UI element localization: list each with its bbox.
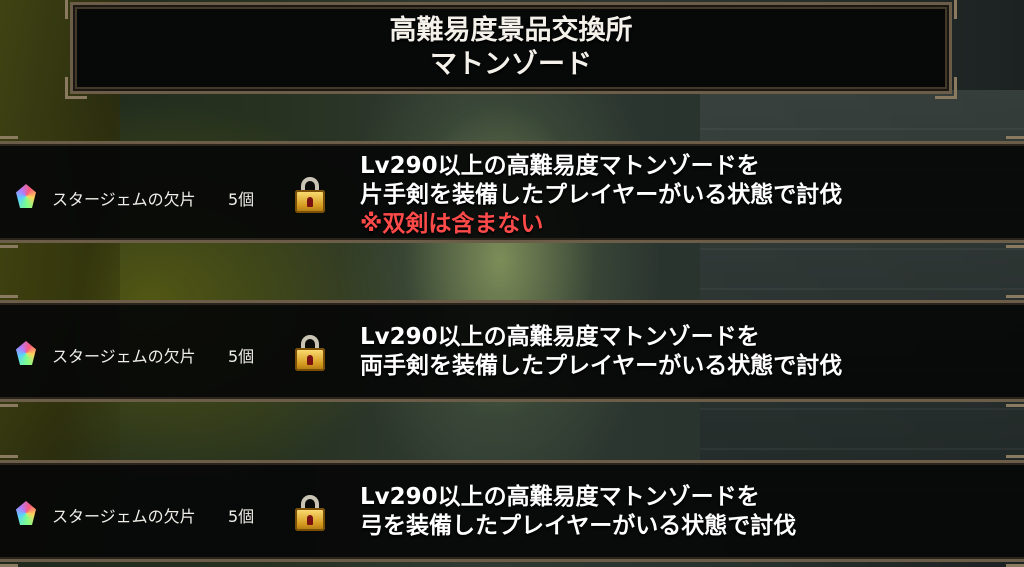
condition-line-1: Lv290以上の高難易度マトンゾードを [360,324,760,350]
reward-item-name: スタージェムの欠片 [52,190,196,209]
frame-corner [0,455,18,477]
condition-line-2: 片手剣を装備したプレイヤーがいる状態で討伐 [360,182,843,208]
condition-line-2: 弓を装備したプレイヤーがいる状態で討伐 [360,513,797,539]
frame-corner [65,0,87,19]
frame-corner [935,0,957,19]
unlock-condition: Lv290以上の高難易度マトンゾードを 弓を装備したプレイヤーがいる状態で討伐 [360,483,796,541]
frame-corner [0,545,18,567]
frame-corner [1006,226,1024,248]
condition-note: ※双剣は含まない [360,211,544,237]
padlock-icon [295,335,325,371]
frame-corner [0,226,18,248]
condition-line-1: Lv290以上の高難易度マトンゾードを [360,484,760,510]
condition-line-1: Lv290以上の高難易度マトンゾードを [360,153,760,179]
unlock-condition: Lv290以上の高難易度マトンゾードを 片手剣を装備したプレイヤーがいる状態で討… [360,152,842,239]
frame-corner [0,295,18,317]
reward-row-1[interactable]: スタージェムの欠片 5個 Lv290以上の高難易度マトンゾードを 片手剣を装備し… [0,136,1024,248]
star-gem-shard-icon [16,501,36,525]
frame-corner [1006,385,1024,407]
condition-line-2: 両手剣を装備したプレイヤーがいる状態で討伐 [360,353,843,379]
padlock-icon [295,495,325,531]
reward-row-3[interactable]: スタージェムの欠片 5個 Lv290以上の高難易度マトンゾードを 弓を装備したプ… [0,455,1024,567]
frame-corner [65,77,87,99]
title-panel: 高難易度景品交換所 マトンゾード [65,0,957,99]
reward-quantity: 5個 [228,507,255,526]
padlock-icon [295,177,325,213]
frame-corner [1006,136,1024,158]
frame-corner [1006,545,1024,567]
reward-item-name: スタージェムの欠片 [52,347,196,366]
boss-name: マトンゾード [430,49,592,80]
star-gem-shard-icon [16,184,36,208]
frame-corner [0,385,18,407]
frame-corner [0,136,18,158]
frame-corner [1006,455,1024,477]
star-gem-shard-icon [16,341,36,365]
reward-quantity: 5個 [228,347,255,366]
reward-row-2[interactable]: スタージェムの欠片 5個 Lv290以上の高難易度マトンゾードを 両手剣を装備し… [0,295,1024,407]
frame-corner [935,77,957,99]
shop-title: 高難易度景品交換所 [389,15,633,46]
reward-quantity: 5個 [228,190,255,209]
frame-corner [1006,295,1024,317]
reward-item-name: スタージェムの欠片 [52,507,196,526]
unlock-condition: Lv290以上の高難易度マトンゾードを 両手剣を装備したプレイヤーがいる状態で討… [360,323,842,381]
